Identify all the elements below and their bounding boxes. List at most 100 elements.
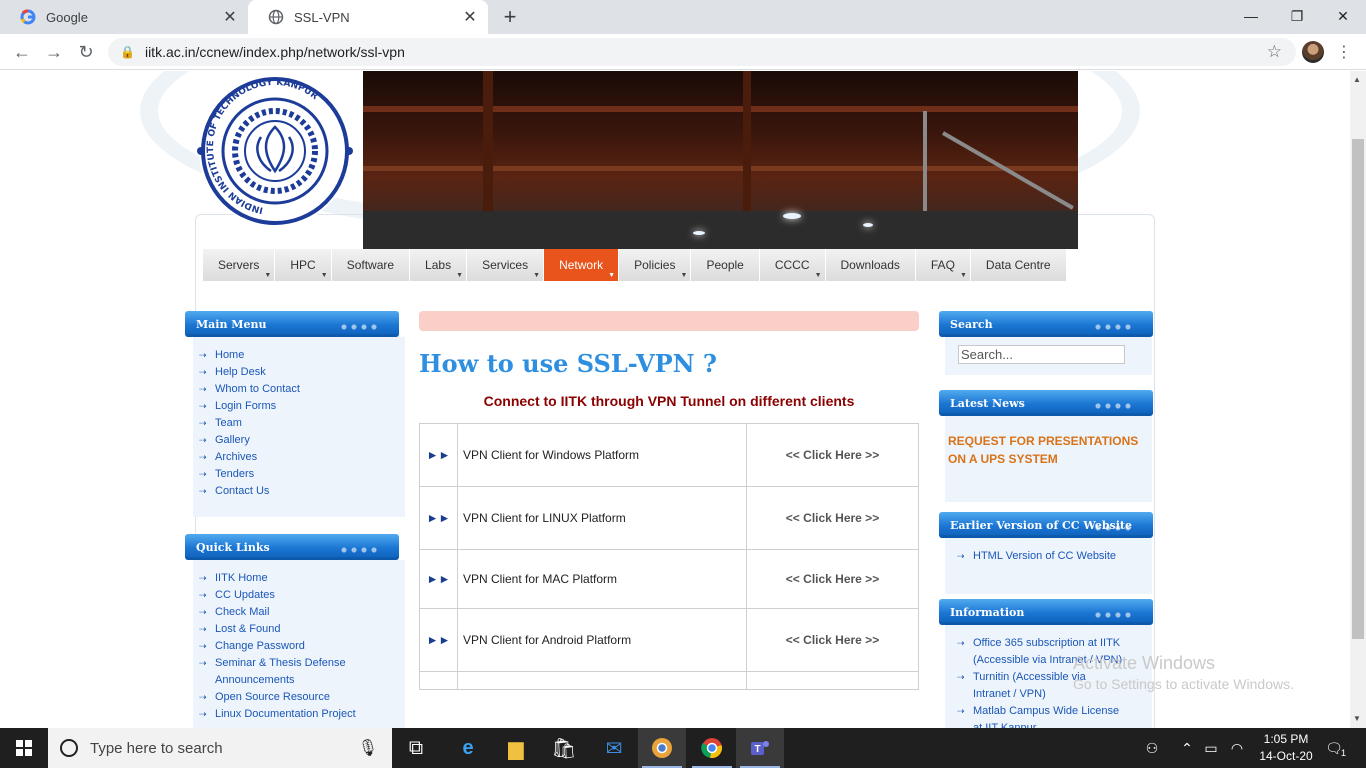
svg-text:T: T [755,744,761,755]
tab-ssl-vpn[interactable]: SSL-VPN ✕ [248,0,488,34]
quick-link-iitk-home[interactable]: ⇢ IITK Home [193,570,405,587]
chrome-icon[interactable] [688,728,736,768]
wifi-icon[interactable]: ◠ [1226,728,1248,768]
back-arrow-icon[interactable]: ← [8,38,36,66]
arrow-bullet-icon: ⇢ [199,709,207,719]
task-view-icon[interactable]: ⧉ [392,728,440,768]
close-window-icon[interactable]: ✕ [1320,0,1366,32]
news-item-ups[interactable]: REQUEST FOR PRESENTATIONS ON A UPS SYSTE… [948,432,1148,468]
double-arrow-icon: ►► [419,608,458,672]
main-menu-archives[interactable]: ⇢ Archives [193,449,405,466]
new-tab-button[interactable]: + [498,4,522,29]
tab-google[interactable]: Google ✕ [0,0,248,34]
battery-icon[interactable]: ▭ [1200,728,1222,768]
info-matlab-link[interactable]: ⇢ Matlab Campus Wide License at IIT Kanpu… [951,703,1126,728]
nav-faq[interactable]: FAQ ▼ [915,249,971,281]
vpn-client-name: VPN Client for LINUX Platform [457,486,747,550]
bookmark-star-icon[interactable]: ☆ [1267,42,1282,62]
maximize-icon[interactable]: ❐ [1274,0,1320,32]
nav-labs[interactable]: Labs ▼ [410,249,468,281]
url-text: iitk.ac.in/ccnew/index.php/network/ssl-v… [144,44,405,60]
earlier-version-header: Earlier Version of CC Website [939,512,1153,538]
main-menu-login-forms[interactable]: ⇢ Login Forms [193,398,405,415]
address-bar[interactable]: 🔒 iitk.ac.in/ccnew/index.php/network/ssl… [108,38,1296,66]
mail-icon[interactable]: ✉ [590,728,638,768]
minimize-icon[interactable]: ― [1228,0,1274,32]
vpn-client-name: VPN Client for Windows Platform [457,423,747,487]
main-menu-gallery[interactable]: ⇢ Gallery [193,432,405,449]
quick-link-seminar[interactable]: ⇢ Seminar & Thesis Defense Announcements [193,655,353,689]
table-row: ►► VPN Client for MAC Platform << Click … [419,549,919,609]
click-here-link[interactable]: << Click Here >> [746,608,919,672]
nav-hpc[interactable]: HPC ▼ [275,249,332,281]
forward-arrow-icon[interactable]: → [40,38,68,66]
iitk-logo[interactable]: INDIAN INSTITUTE OF TECHNOLOGY KANPUR [175,71,365,231]
arrow-bullet-icon: ⇢ [957,638,965,648]
arrow-bullet-icon: ⇢ [199,692,207,702]
taskbar-search-box[interactable]: Type here to search 🎙 [48,728,392,768]
nav-software[interactable]: Software [331,249,411,281]
nav-cccc[interactable]: CCCC ▼ [759,249,826,281]
arrow-bullet-icon: ⇢ [199,658,207,668]
header-banner-image [363,71,1078,249]
dropdown-arrow-icon: ▼ [814,272,822,279]
main-menu-panel: ⇢ Home ⇢ Help Desk ⇢ Whom to Contact ⇢ Login… [193,337,405,517]
show-hidden-icons-chevron-icon[interactable]: ⌃ [1176,728,1198,768]
table-row [419,671,919,690]
microphone-icon[interactable]: 🎙 [358,738,378,758]
nav-policies[interactable]: Policies ▼ [619,249,692,281]
search-header: Search [939,311,1153,337]
click-here-link[interactable]: << Click Here >> [746,486,919,550]
address-toolbar: ← → ↻ 🔒 iitk.ac.in/ccnew/index.php/netwo… [0,34,1366,70]
click-here-link[interactable]: << Click Here >> [746,549,919,609]
nav-network[interactable]: Network ▼ [544,249,620,281]
quick-link-lost-found[interactable]: ⇢ Lost & Found [193,621,405,638]
tab-title: SSL-VPN [294,9,350,25]
chrome-canary-icon[interactable] [638,728,686,768]
dropdown-arrow-icon: ▼ [456,272,464,279]
file-explorer-icon[interactable]: ▆ [492,728,540,768]
page-scrollbar[interactable]: ▲ ▼ [1350,71,1366,728]
teams-icon[interactable]: T [736,728,784,768]
people-icon[interactable]: ⚇ [1140,728,1164,768]
scroll-up-icon: ▲ [1353,75,1361,84]
menu-kebab-icon[interactable]: ⋮ [1336,42,1352,62]
quick-link-check-mail[interactable]: ⇢ Check Mail [193,604,405,621]
nav-servers[interactable]: Servers ▼ [203,249,276,281]
notification-center-icon[interactable]: 🗨 1 [1320,728,1348,768]
quick-link-change-password[interactable]: ⇢ Change Password [193,638,405,655]
html-version-link[interactable]: ⇢ HTML Version of CC Website [951,548,1152,565]
close-tab-icon[interactable]: ✕ [218,5,242,29]
double-arrow-icon: ►► [419,423,458,487]
search-input[interactable]: Search... [958,345,1125,364]
main-menu-home[interactable]: ⇢ Home [193,347,405,364]
main-menu-whom-to-contact[interactable]: ⇢ Whom to Contact [193,381,405,398]
lock-icon: 🔒 [120,45,135,59]
reload-icon[interactable]: ↻ [72,38,100,66]
nav-people[interactable]: People [691,249,760,281]
main-menu-tenders[interactable]: ⇢ Tenders [193,466,405,483]
dropdown-arrow-icon: ▼ [320,272,328,279]
microsoft-store-icon[interactable]: 🛍 [540,728,588,768]
edge-icon[interactable]: e [444,728,492,768]
quick-link-cc-updates[interactable]: ⇢ CC Updates [193,587,405,604]
arrow-bullet-icon: ⇢ [199,418,207,428]
system-message-bar [419,311,919,331]
taskbar-clock[interactable]: 1:05 PM 14-Oct-20 [1250,731,1322,765]
main-menu-help-desk[interactable]: ⇢ Help Desk [193,364,405,381]
click-here-link[interactable]: << Click Here >> [746,423,919,487]
arrow-bullet-icon: ⇢ [199,469,207,479]
nav-services[interactable]: Services ▼ [467,249,545,281]
close-tab-icon[interactable]: ✕ [458,5,482,29]
nav-data-centre[interactable]: Data Centre [970,249,1067,281]
arrow-bullet-icon: ⇢ [957,551,965,561]
quick-link-open-source[interactable]: ⇢ Open Source Resource [193,689,405,706]
main-menu-team[interactable]: ⇢ Team [193,415,405,432]
quick-link-linux-docs[interactable]: ⇢ Linux Documentation Project [193,706,405,723]
windows-start-icon[interactable] [0,728,48,768]
main-menu-contact-us[interactable]: ⇢ Contact Us [193,483,405,500]
scrollbar-thumb[interactable] [1352,139,1364,639]
profile-avatar[interactable] [1302,41,1324,63]
nav-downloads[interactable]: Downloads [825,249,916,281]
latest-news-header: Latest News [939,390,1153,416]
